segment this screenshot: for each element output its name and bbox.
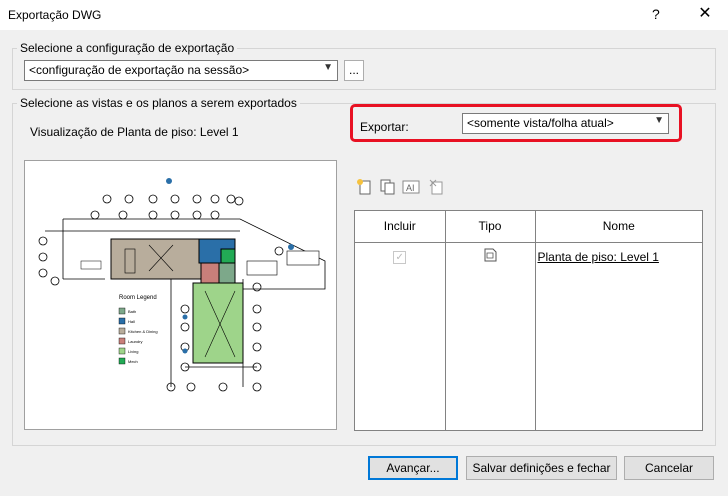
help-button[interactable]: ? xyxy=(652,6,660,22)
export-config-dropdown[interactable]: <configuração de exportação na sessão> ▼ xyxy=(24,60,338,81)
export-config-legend: Selecione a configuração de exportação xyxy=(17,41,238,55)
plan-preview: Room Legend Bath Hall Kitchen & Dining L… xyxy=(24,160,337,430)
title-bar: Exportação DWG ? ✕ xyxy=(0,0,728,30)
preview-label: Visualização de Planta de piso: Level 1 xyxy=(30,125,239,139)
legend-item-hall: Hall xyxy=(128,319,135,324)
views-table: Incluir Tipo Nome ✓ Planta de piso: Leve… xyxy=(354,210,703,431)
views-legend: Selecione as vistas e os planos a serem … xyxy=(17,96,300,110)
save-and-close-button[interactable]: Salvar definições e fechar xyxy=(466,456,617,480)
floor-plan-drawing: Room Legend Bath Hall Kitchen & Dining L… xyxy=(38,178,326,392)
svg-text:AI: AI xyxy=(406,183,415,193)
chevron-down-icon: ▼ xyxy=(654,115,664,126)
export-label: Exportar: xyxy=(360,120,409,134)
browse-config-button[interactable]: ... xyxy=(344,60,364,81)
legend-item-bath: Bath xyxy=(128,309,136,314)
view-name-link[interactable]: Planta de piso: Level 1 xyxy=(538,250,659,264)
legend-item-living: Living xyxy=(128,349,138,354)
delete-set-icon[interactable] xyxy=(428,178,446,196)
column-header-type[interactable]: Tipo xyxy=(445,211,536,243)
column-header-include[interactable]: Incluir xyxy=(355,211,446,243)
include-cell: ✓ xyxy=(355,242,446,271)
cancel-button[interactable]: Cancelar xyxy=(624,456,714,480)
export-scope-dropdown[interactable]: <somente vista/folha atual> ▼ xyxy=(462,113,669,134)
window-title: Exportação DWG xyxy=(8,8,102,22)
duplicate-set-icon[interactable] xyxy=(378,178,396,196)
legend-item-laundry: Laundry xyxy=(128,339,142,344)
legend-item-mech: Mech xyxy=(128,359,138,364)
legend-item-kitchen: Kitchen & Dining xyxy=(128,329,158,334)
export-scope-value: <somente vista/folha atual> xyxy=(467,116,614,130)
name-cell: Planta de piso: Level 1 xyxy=(535,242,702,271)
export-config-value: <configuração de exportação na sessão> xyxy=(29,63,250,77)
table-header-row: Incluir Tipo Nome xyxy=(355,211,702,243)
close-button[interactable]: ✕ xyxy=(692,3,718,25)
column-divider xyxy=(535,271,536,430)
column-header-name[interactable]: Nome xyxy=(535,211,702,243)
new-set-icon[interactable] xyxy=(356,178,374,196)
floor-plan-icon xyxy=(484,248,497,262)
include-checkbox[interactable]: ✓ xyxy=(393,251,407,265)
rename-set-icon[interactable]: AI xyxy=(402,178,420,196)
column-divider xyxy=(445,271,446,430)
table-row[interactable]: ✓ Planta de piso: Level 1 xyxy=(355,242,702,271)
room-legend-title: Room Legend xyxy=(119,295,157,301)
chevron-down-icon: ▼ xyxy=(323,62,333,73)
type-cell xyxy=(445,242,536,271)
next-button[interactable]: Avançar... xyxy=(368,456,458,480)
